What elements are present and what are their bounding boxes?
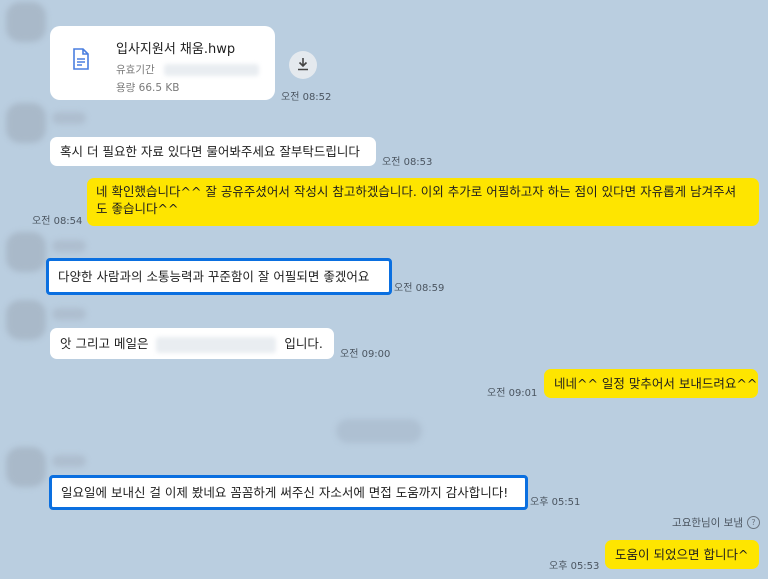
redacted-email — [156, 336, 277, 353]
message-text-line: 네 확인했습니다^^ 잘 공유주셨어서 작성시 참고하겠습니다. 이외 추가로 … — [96, 184, 737, 199]
message-time: 오후 05:51 — [530, 497, 581, 508]
message-time: 오전 09:01 — [487, 388, 538, 399]
sent-by-text: 고요한님이 보냄 — [672, 517, 743, 529]
download-icon — [296, 56, 310, 75]
message-time: 오전 09:00 — [340, 349, 391, 360]
message-text-suffix: 입니다. — [284, 336, 323, 351]
file-size-label: 용량 66.5 KB — [116, 82, 180, 94]
document-icon — [72, 48, 90, 74]
message-time: 오전 08:53 — [382, 157, 433, 168]
message-bubble-highlighted[interactable]: 일요일에 보내신 걸 이제 봤네요 꼼꼼하게 써주신 자소서에 면접 도움까지 … — [49, 475, 528, 510]
redacted-validity-date — [163, 64, 259, 76]
sender-name — [52, 112, 86, 124]
sender-avatar[interactable] — [6, 103, 46, 143]
message-text-line: 도 좋습니다^^ — [96, 201, 179, 216]
file-name: 입사지원서 채움.hwp — [116, 42, 236, 57]
sender-avatar[interactable] — [6, 300, 46, 340]
file-validity-label: 유효기간 — [116, 62, 259, 77]
message-time: 오후 05:53 — [549, 561, 600, 572]
file-attachment-card[interactable]: 입사지원서 채움.hwp 유효기간 용량 66.5 KB — [50, 26, 275, 100]
sender-avatar[interactable] — [6, 2, 46, 42]
download-button[interactable] — [289, 51, 317, 79]
help-icon[interactable]: ? — [747, 516, 760, 529]
message-bubble[interactable]: 혹시 더 필요한 자료 있다면 물어봐주세요 잘부탁드립니다 — [50, 137, 376, 166]
message-time: 오전 08:52 — [281, 92, 332, 103]
message-bubble[interactable]: 네 확인했습니다^^ 잘 공유주셨어서 작성시 참고하겠습니다. 이외 추가로 … — [87, 178, 759, 226]
sender-name — [52, 240, 86, 252]
message-bubble[interactable]: 앗 그리고 메일은 입니다. — [50, 328, 334, 359]
sender-name — [52, 455, 86, 467]
sender-avatar[interactable] — [6, 447, 46, 487]
message-time: 오전 08:54 — [32, 216, 83, 227]
message-bubble[interactable]: 네네^^ 일정 맞추어서 보내드려요^^ — [544, 369, 758, 398]
message-bubble-highlighted[interactable]: 다양한 사람과의 소통능력과 꾸준함이 잘 어필되면 좋겠어요 — [46, 258, 392, 295]
sender-avatar[interactable] — [6, 232, 46, 272]
sent-by-note: 고요한님이 보냄 ? — [672, 515, 760, 530]
message-bubble[interactable]: 도움이 되었으면 합니다^ — [605, 540, 759, 569]
message-text-prefix: 앗 그리고 메일은 — [60, 336, 149, 351]
system-notice — [336, 419, 422, 443]
message-time: 오전 08:59 — [394, 283, 445, 294]
sender-name — [52, 308, 86, 320]
